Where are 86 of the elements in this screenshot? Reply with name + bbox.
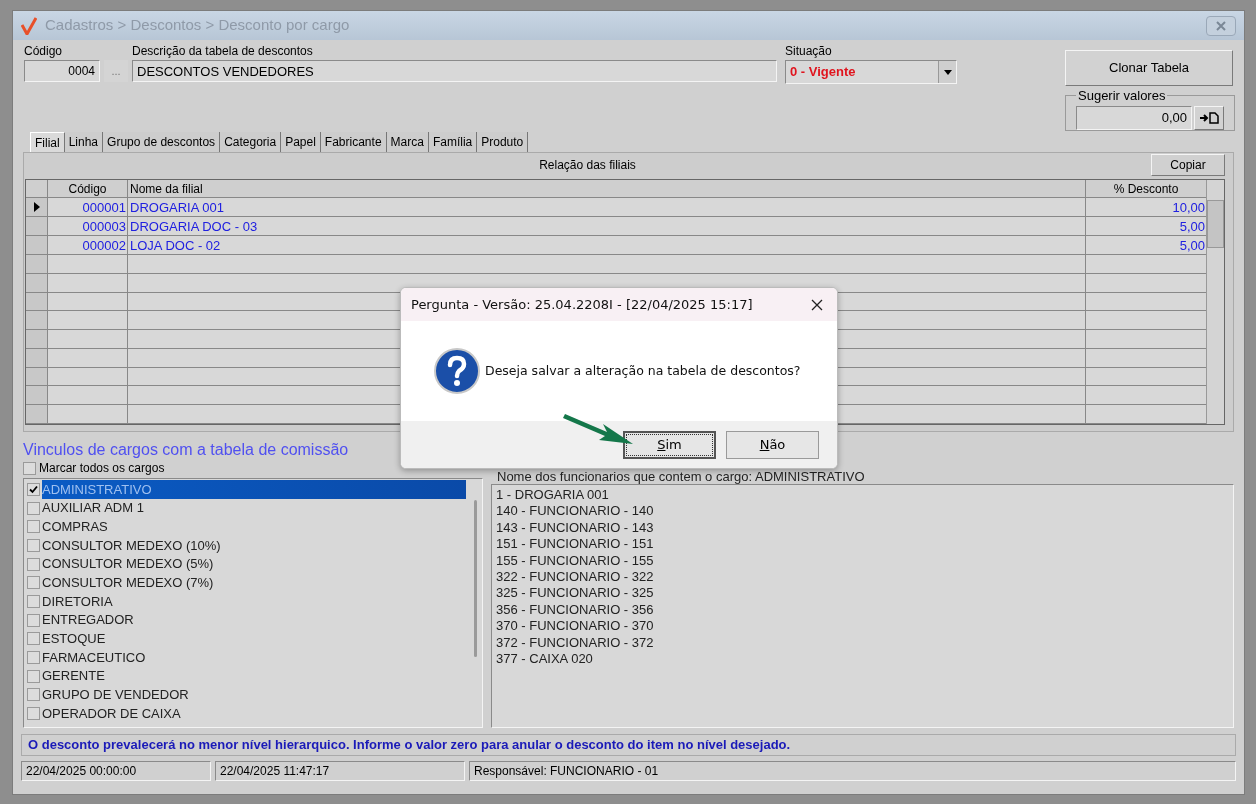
table-cell-text: 5,00 (1178, 237, 1206, 254)
field-label: Código (24, 43, 64, 60)
list-item: 1 - DROGARIA 001 (496, 487, 610, 504)
checkbox[interactable] (27, 520, 40, 534)
list-item[interactable]: FARMACEUTICO (42, 647, 466, 668)
checkbox[interactable] (23, 461, 36, 475)
list-item[interactable]: DIRETORIA (42, 591, 466, 612)
code-field[interactable]: 0004 (24, 60, 100, 82)
check-logo-icon (21, 16, 37, 35)
dropdown-arrow-icon (943, 69, 952, 75)
checkbox[interactable] (27, 632, 40, 646)
list-item: 143 - FUNCIONARIO - 143 (496, 519, 655, 537)
scroll-thumb[interactable] (1207, 200, 1224, 248)
checkbox[interactable] (27, 538, 40, 552)
table-row[interactable]: 000002 LOJA DOC - 02 5,00 (26, 236, 1206, 255)
info-bar: O desconto prevalecerá no menor nível hierarquico. Informe o valor zero para anular o desconto do item no nível desejado. (21, 734, 1236, 756)
section-label: Nome dos funcionarios que contem o cargo: ADMINISTRATIVO (497, 469, 865, 484)
field-label: Descrição da tabela de descontos (132, 43, 314, 60)
dialog-button[interactable]: Não (726, 430, 819, 459)
checkbox[interactable] (27, 482, 40, 496)
list-item: 372 - FUNCIONARIO - 372 (496, 634, 655, 651)
status-panel: Responsável: FUNCIONARIO - 01 (469, 761, 1236, 781)
column-header: Nome da filial (128, 180, 1086, 197)
checkbox[interactable] (27, 557, 40, 571)
checkbox[interactable] (27, 707, 40, 721)
list-item: 325 - FUNCIONARIO - 325 (496, 585, 655, 602)
dialog-message: Deseja salvar a alteração na tabela de descontos? (485, 361, 801, 380)
checkbox[interactable] (27, 501, 40, 515)
list-item[interactable]: OPERADOR DE CAIXA (42, 703, 466, 724)
list-item: 356 - FUNCIONARIO - 356 (496, 601, 655, 619)
list-item[interactable]: CONSULTOR MEDEXO (10%) (42, 535, 466, 556)
table-row[interactable]: 000001 DROGARIA 001 10,00 (26, 198, 1206, 217)
description-field[interactable]: DESCONTOS VENDEDORES (132, 60, 777, 82)
list-item: 151 - FUNCIONARIO - 151 (496, 536, 655, 553)
question-icon (433, 347, 481, 395)
table-cell-text: 10,00 (1171, 199, 1206, 216)
list-item: 370 - FUNCIONARIO - 370 (496, 618, 655, 635)
close-icon[interactable] (811, 298, 823, 311)
checkbox[interactable] (27, 594, 40, 608)
column-header: % Desconto (1112, 181, 1180, 197)
checkbox[interactable] (27, 669, 40, 683)
arrow-to-page-icon (1199, 111, 1219, 124)
table-cell: DROGARIA DOC - 03 (128, 217, 1086, 235)
section-title: Vinculos de cargos com a tabela de comissão (23, 440, 350, 460)
list-item: 322 - FUNCIONARIO - 322 (496, 568, 655, 586)
close-icon (1215, 20, 1227, 31)
list-item: 140 - FUNCIONARIO - 140 (496, 503, 655, 520)
list-item: 155 - FUNCIONARIO - 155 (496, 552, 655, 569)
row-pointer-icon (33, 202, 40, 212)
checkbox[interactable] (27, 651, 40, 665)
checkbox-label: Marcar todos os cargos (39, 460, 165, 477)
checkbox[interactable] (27, 576, 40, 590)
scrollbar[interactable] (1206, 180, 1224, 424)
list-item[interactable]: ADMINISTRATIVO (42, 479, 466, 500)
list-item: 377 - CAIXA 020 (496, 650, 594, 668)
field-label: Situação (785, 43, 833, 60)
table-cell: 000001 (48, 198, 128, 216)
status-panel: 22/04/2025 00:00:00 (21, 761, 211, 781)
group-label: Sugerir valores (1077, 87, 1167, 105)
status-panel: 22/04/2025 11:47:17 (215, 761, 465, 781)
checkbox[interactable] (27, 613, 40, 627)
list-item[interactable]: GERENTE (42, 666, 466, 686)
table-row[interactable]: 000003 DROGARIA DOC - 03 5,00 (26, 217, 1206, 236)
list-item[interactable]: COMPRAS (42, 516, 466, 537)
list-item[interactable]: CONSULTOR MEDEXO (7%) (42, 573, 466, 593)
table-cell: DROGARIA 001 (128, 198, 1086, 216)
list-item[interactable]: ESTOQUE (42, 629, 466, 649)
table-cell: LOJA DOC - 02 (128, 236, 1086, 254)
dialog-title: Pergunta - Versão: 25.04.2208I - [22/04/2025 15:17] (411, 295, 754, 314)
close-button[interactable] (1206, 15, 1236, 36)
list-item[interactable]: ENTREGADOR (42, 610, 466, 630)
table-cell: 000003 (48, 217, 128, 235)
dialog-button[interactable]: Sim (623, 430, 716, 459)
list-item[interactable]: AUXILIAR ADM 1 (42, 498, 466, 518)
column-header: Código (48, 180, 128, 197)
grid-title: Relação das filiais (538, 157, 637, 174)
copy-button[interactable]: Copiar (1151, 154, 1225, 176)
apply-button[interactable] (1194, 105, 1224, 130)
table-cell: 000002 (48, 236, 128, 254)
suggest-value-field[interactable]: 0,00 (1076, 105, 1192, 130)
clone-table-button[interactable]: Clonar Tabela (1065, 50, 1233, 86)
table-cell-text: 5,00 (1178, 218, 1206, 235)
tab[interactable]: Filial (30, 132, 65, 152)
checkbox[interactable] (27, 688, 40, 702)
list-item[interactable]: CONSULTOR MEDEXO (5%) (42, 554, 466, 574)
list-item[interactable]: GRUPO DE VENDEDOR (42, 685, 466, 705)
